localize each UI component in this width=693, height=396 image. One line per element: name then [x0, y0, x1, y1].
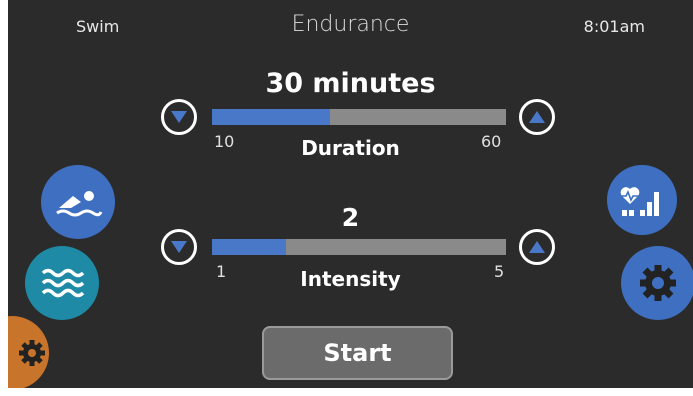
- intensity-slider-fill: [212, 239, 286, 255]
- start-button[interactable]: Start: [262, 326, 453, 380]
- settings-button[interactable]: [621, 246, 693, 320]
- gear-icon: [19, 340, 45, 366]
- heart-rate-chart-icon: [620, 187, 659, 216]
- heart-stats-button[interactable]: [607, 165, 677, 235]
- swim-mode-button[interactable]: [41, 165, 115, 239]
- intensity-slider-track[interactable]: [212, 239, 506, 255]
- duration-value: 30 minutes: [265, 68, 436, 99]
- intensity-decrease-button[interactable]: [161, 229, 197, 265]
- water-mode-button[interactable]: [25, 246, 99, 320]
- waves-icon: [41, 268, 85, 298]
- swimmer-icon: [56, 191, 103, 217]
- duration-decrease-button[interactable]: [161, 99, 197, 135]
- gear-icon: [640, 265, 676, 301]
- duration-label: Duration: [301, 136, 400, 160]
- triangle-down-icon: [171, 241, 187, 253]
- settings-partial-button[interactable]: [8, 316, 49, 388]
- intensity-label: Intensity: [300, 267, 401, 291]
- triangle-down-icon: [171, 111, 187, 123]
- clock-time: 8:01am: [583, 17, 645, 36]
- triangle-up-icon: [529, 241, 545, 253]
- triangle-up-icon: [529, 111, 545, 123]
- duration-slider-fill: [212, 109, 330, 125]
- duration-increase-button[interactable]: [519, 99, 555, 135]
- screen: Swim Endurance 8:01am 30 minutes 10 60 D…: [8, 0, 693, 388]
- duration-slider-track[interactable]: [212, 109, 506, 125]
- intensity-increase-button[interactable]: [519, 229, 555, 265]
